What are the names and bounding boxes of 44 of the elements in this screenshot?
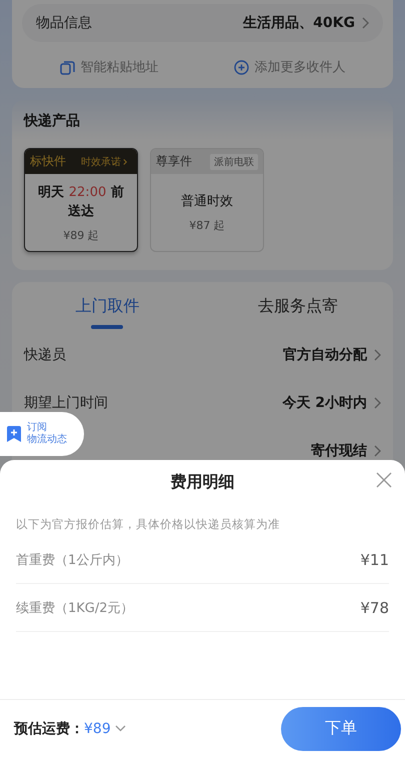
product-card[interactable]: 标快件 时效承诺 明天 22:00 前送达 ¥89 起 (24, 148, 138, 252)
product-price: ¥87 起 (189, 218, 225, 233)
row-value: 寄付现结 (311, 442, 367, 460)
subscribe-text: 订阅 物流动态 (27, 422, 67, 446)
delivery-time: 普通时效 (181, 192, 233, 212)
product-name: 标快件 (30, 153, 66, 170)
paste-address-link[interactable]: 智能粘贴地址 (60, 58, 158, 76)
bookmark-plus-icon (6, 425, 22, 443)
chevron-down-icon (114, 725, 126, 732)
product-name: 尊享件 (156, 153, 192, 170)
row-value: 今天 2小时内 (282, 394, 367, 412)
estimate-label: 预估运费： (14, 720, 84, 738)
chevron-icon (373, 397, 381, 409)
add-recipient-link[interactable]: 添加更多收件人 (234, 58, 346, 76)
section-title: 快递产品 (24, 112, 81, 130)
product-price: ¥89 起 (63, 228, 99, 242)
row-value: 官方自动分配 (283, 346, 367, 364)
delivery-time: 明天 22:00 前送达 (37, 184, 125, 221)
close-icon (375, 470, 393, 488)
fee-label: 首重费（1公斤内） (16, 552, 128, 568)
item-info-value: 生活用品、40KG (243, 14, 355, 32)
fee-label: 续重费（1KG/2元） (16, 600, 134, 616)
chevron-icon (361, 17, 369, 29)
row-label: 快递员 (24, 346, 66, 364)
product-card[interactable]: 尊享件 派前电联 普通时效 ¥87 起 (150, 148, 264, 252)
fee-amount: ¥78 (360, 598, 389, 616)
tab[interactable]: 去服务点寄 (202, 286, 393, 331)
item-info-label: 物品信息 (36, 14, 92, 32)
sheet-note: 以下为官方报价估算，具体价格以快递员核算为准 (15, 516, 281, 533)
fee-amount: ¥11 (360, 550, 389, 568)
chevron-icon (123, 158, 128, 166)
add-icon (234, 60, 248, 74)
copy-icon (60, 60, 74, 74)
product-tag: 时效承诺 (77, 154, 132, 170)
item-info-row[interactable]: 物品信息 生活用品、40KG (22, 4, 383, 42)
subscribe-badge[interactable]: 订阅 物流动态 (0, 412, 84, 456)
chevron-icon (373, 445, 381, 457)
tab[interactable]: 上门取件 (12, 286, 202, 331)
order-button[interactable]: 下单 (281, 706, 401, 750)
product-tag: 派前电联 (210, 154, 258, 170)
row-label: 期望上门时间 (24, 394, 108, 412)
sheet-title: 费用明细 (170, 472, 234, 493)
chevron-icon (373, 349, 381, 361)
estimate-amount[interactable]: ¥89 (84, 720, 126, 736)
